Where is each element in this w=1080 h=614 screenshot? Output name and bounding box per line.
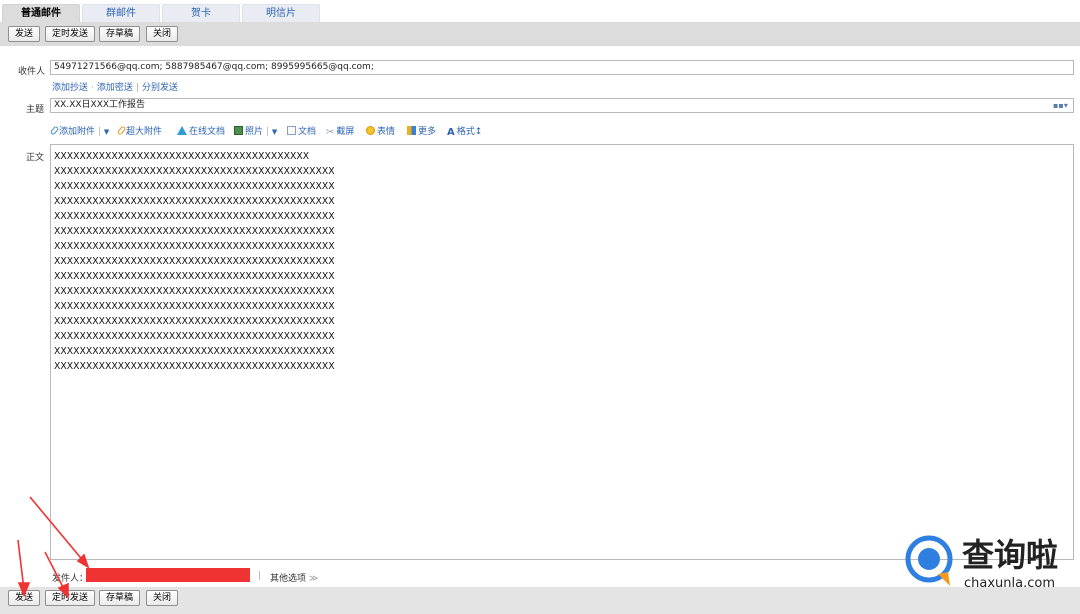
top-toolbar: 发送 定时发送 存草稿 关闭 bbox=[0, 22, 1080, 46]
photo-icon bbox=[234, 126, 243, 135]
subject-options-icon[interactable]: ▪▪▾ bbox=[1053, 101, 1068, 110]
body-line: XXXXXXXXXXXXXXXXXXXXXXXXXXXXXXXXXXXXXXXX… bbox=[54, 346, 335, 357]
sender-redaction[interactable] bbox=[86, 568, 250, 582]
large-attachment-label: 超大附件 bbox=[126, 127, 163, 137]
tab-greeting-card[interactable]: 贺卡 bbox=[162, 4, 240, 22]
chevron-down-icon[interactable]: ▼ bbox=[104, 128, 109, 136]
body-line: XXXXXXXXXXXXXXXXXXXXXXXXXXXXXXXXXXXXXXXX… bbox=[54, 241, 335, 252]
close-button-bottom[interactable]: 关闭 bbox=[146, 590, 179, 606]
document-label: 文档 bbox=[298, 127, 317, 137]
emoji-button[interactable]: 表情 bbox=[366, 124, 395, 137]
sender-label: 发件人： bbox=[52, 574, 89, 584]
double-chevron-down-icon: ≫ bbox=[308, 574, 319, 584]
body-line: XXXXXXXXXXXXXXXXXXXXXXXXXXXXXXXXXXXXXXXX… bbox=[54, 181, 335, 192]
more-button[interactable]: 更多 bbox=[407, 124, 436, 137]
body-line: XXXXXXXXXXXXXXXXXXXXXXXXXXXXXXXXXXXXXXXX bbox=[54, 151, 310, 162]
sort-arrow-icon: ↕ bbox=[474, 127, 483, 137]
subject-label: 主题 bbox=[26, 105, 45, 115]
body-line: XXXXXXXXXXXXXXXXXXXXXXXXXXXXXXXXXXXXXXXX… bbox=[54, 316, 335, 327]
body-line: XXXXXXXXXXXXXXXXXXXXXXXXXXXXXXXXXXXXXXXX… bbox=[54, 196, 335, 207]
more-label: 更多 bbox=[418, 127, 437, 137]
online-doc-label: 在线文档 bbox=[189, 127, 226, 137]
document-button[interactable]: 文档 bbox=[287, 124, 316, 137]
body-text[interactable]: XXXXXXXXXXXXXXXXXXXXXXXXXXXXXXXXXXXXXXXX… bbox=[54, 149, 335, 374]
other-options-label: 其他选项 bbox=[270, 574, 307, 584]
body-line: XXXXXXXXXXXXXXXXXXXXXXXXXXXXXXXXXXXXXXXX… bbox=[54, 166, 335, 177]
format-button[interactable]: A 格式↕ bbox=[447, 124, 482, 138]
paperclip-icon bbox=[49, 125, 60, 136]
body-line: XXXXXXXXXXXXXXXXXXXXXXXXXXXXXXXXXXXXXXXX… bbox=[54, 286, 335, 297]
body-line: XXXXXXXXXXXXXXXXXXXXXXXXXXXXXXXXXXXXXXXX… bbox=[54, 226, 335, 237]
watermark-domain: chaxunla.com bbox=[964, 576, 1055, 591]
screenshot-button[interactable]: ✂ 截屏 bbox=[326, 124, 354, 138]
document-icon bbox=[287, 126, 296, 135]
body-line: XXXXXXXXXXXXXXXXXXXXXXXXXXXXXXXXXXXXXXXX… bbox=[54, 301, 335, 312]
body-line: XXXXXXXXXXXXXXXXXXXXXXXXXXXXXXXXXXXXXXXX… bbox=[54, 211, 335, 222]
large-paperclip-icon bbox=[116, 125, 127, 136]
arrow-to-send bbox=[17, 539, 25, 591]
more-icon bbox=[407, 126, 416, 135]
separate-send-link[interactable]: 分别发送 bbox=[142, 83, 178, 93]
body-line: XXXXXXXXXXXXXXXXXXXXXXXXXXXXXXXXXXXXXXXX… bbox=[54, 256, 335, 267]
close-button[interactable]: 关闭 bbox=[146, 26, 179, 42]
subject-input[interactable]: XX.XX日XXX工作报告 bbox=[50, 98, 1074, 113]
recipient-input[interactable]: 54971271566@qq.com; 5887985467@qq.com; 8… bbox=[50, 60, 1074, 75]
logo-center bbox=[918, 548, 940, 570]
save-draft-button-bottom[interactable]: 存草稿 bbox=[99, 590, 141, 606]
sender-divider: | bbox=[258, 571, 262, 581]
recipient-links: 添加抄送 · 添加密送 | 分别发送 bbox=[52, 83, 178, 93]
online-doc-button[interactable]: 在线文档 bbox=[177, 124, 225, 137]
add-attachment-button[interactable]: 添加附件 | ▼ bbox=[49, 124, 109, 137]
save-draft-button[interactable]: 存草稿 bbox=[99, 26, 141, 42]
scheduled-send-button-bottom[interactable]: 定时发送 bbox=[45, 590, 96, 606]
add-cc-link[interactable]: 添加抄送 bbox=[52, 83, 88, 93]
photo-button[interactable]: 照片 | ▼ bbox=[234, 124, 277, 137]
scheduled-send-button[interactable]: 定时发送 bbox=[45, 26, 96, 42]
drive-icon bbox=[177, 126, 187, 135]
tab-group-mail[interactable]: 群邮件 bbox=[82, 4, 160, 22]
watermark-logo: 查询啦 chaxunla.com bbox=[905, 535, 1058, 591]
send-button[interactable]: 发送 bbox=[8, 26, 41, 42]
recipient-label: 收件人 bbox=[18, 67, 46, 77]
screenshot-icon: ✂ bbox=[326, 127, 335, 138]
watermark-brand: 查询啦 bbox=[962, 536, 1058, 574]
smiley-icon bbox=[366, 126, 375, 135]
screenshot-label: 截屏 bbox=[336, 127, 355, 137]
send-button-bottom[interactable]: 发送 bbox=[8, 590, 41, 606]
large-attachment-button[interactable]: 超大附件 bbox=[116, 124, 163, 137]
tab-normal-mail[interactable]: 普通邮件 bbox=[2, 4, 80, 22]
body-line: XXXXXXXXXXXXXXXXXXXXXXXXXXXXXXXXXXXXXXXX… bbox=[54, 271, 335, 282]
format-label: 格式 bbox=[456, 127, 475, 137]
text-format-icon: A bbox=[447, 127, 455, 138]
body-label: 正文 bbox=[26, 153, 45, 163]
compose-tabs: 普通邮件 群邮件 贺卡 明信片 bbox=[0, 0, 1080, 22]
photo-label: 照片 bbox=[245, 127, 264, 137]
emoji-label: 表情 bbox=[377, 127, 396, 137]
other-options-link[interactable]: 其他选项 ≫ bbox=[270, 571, 318, 584]
chevron-down-icon[interactable]: ▼ bbox=[272, 128, 277, 136]
body-line: XXXXXXXXXXXXXXXXXXXXXXXXXXXXXXXXXXXXXXXX… bbox=[54, 331, 335, 342]
body-line: XXXXXXXXXXXXXXXXXXXXXXXXXXXXXXXXXXXXXXXX… bbox=[54, 361, 335, 372]
add-bcc-link[interactable]: 添加密送 bbox=[97, 83, 133, 93]
tab-postcard[interactable]: 明信片 bbox=[242, 4, 320, 22]
add-attachment-label: 添加附件 bbox=[59, 127, 96, 137]
